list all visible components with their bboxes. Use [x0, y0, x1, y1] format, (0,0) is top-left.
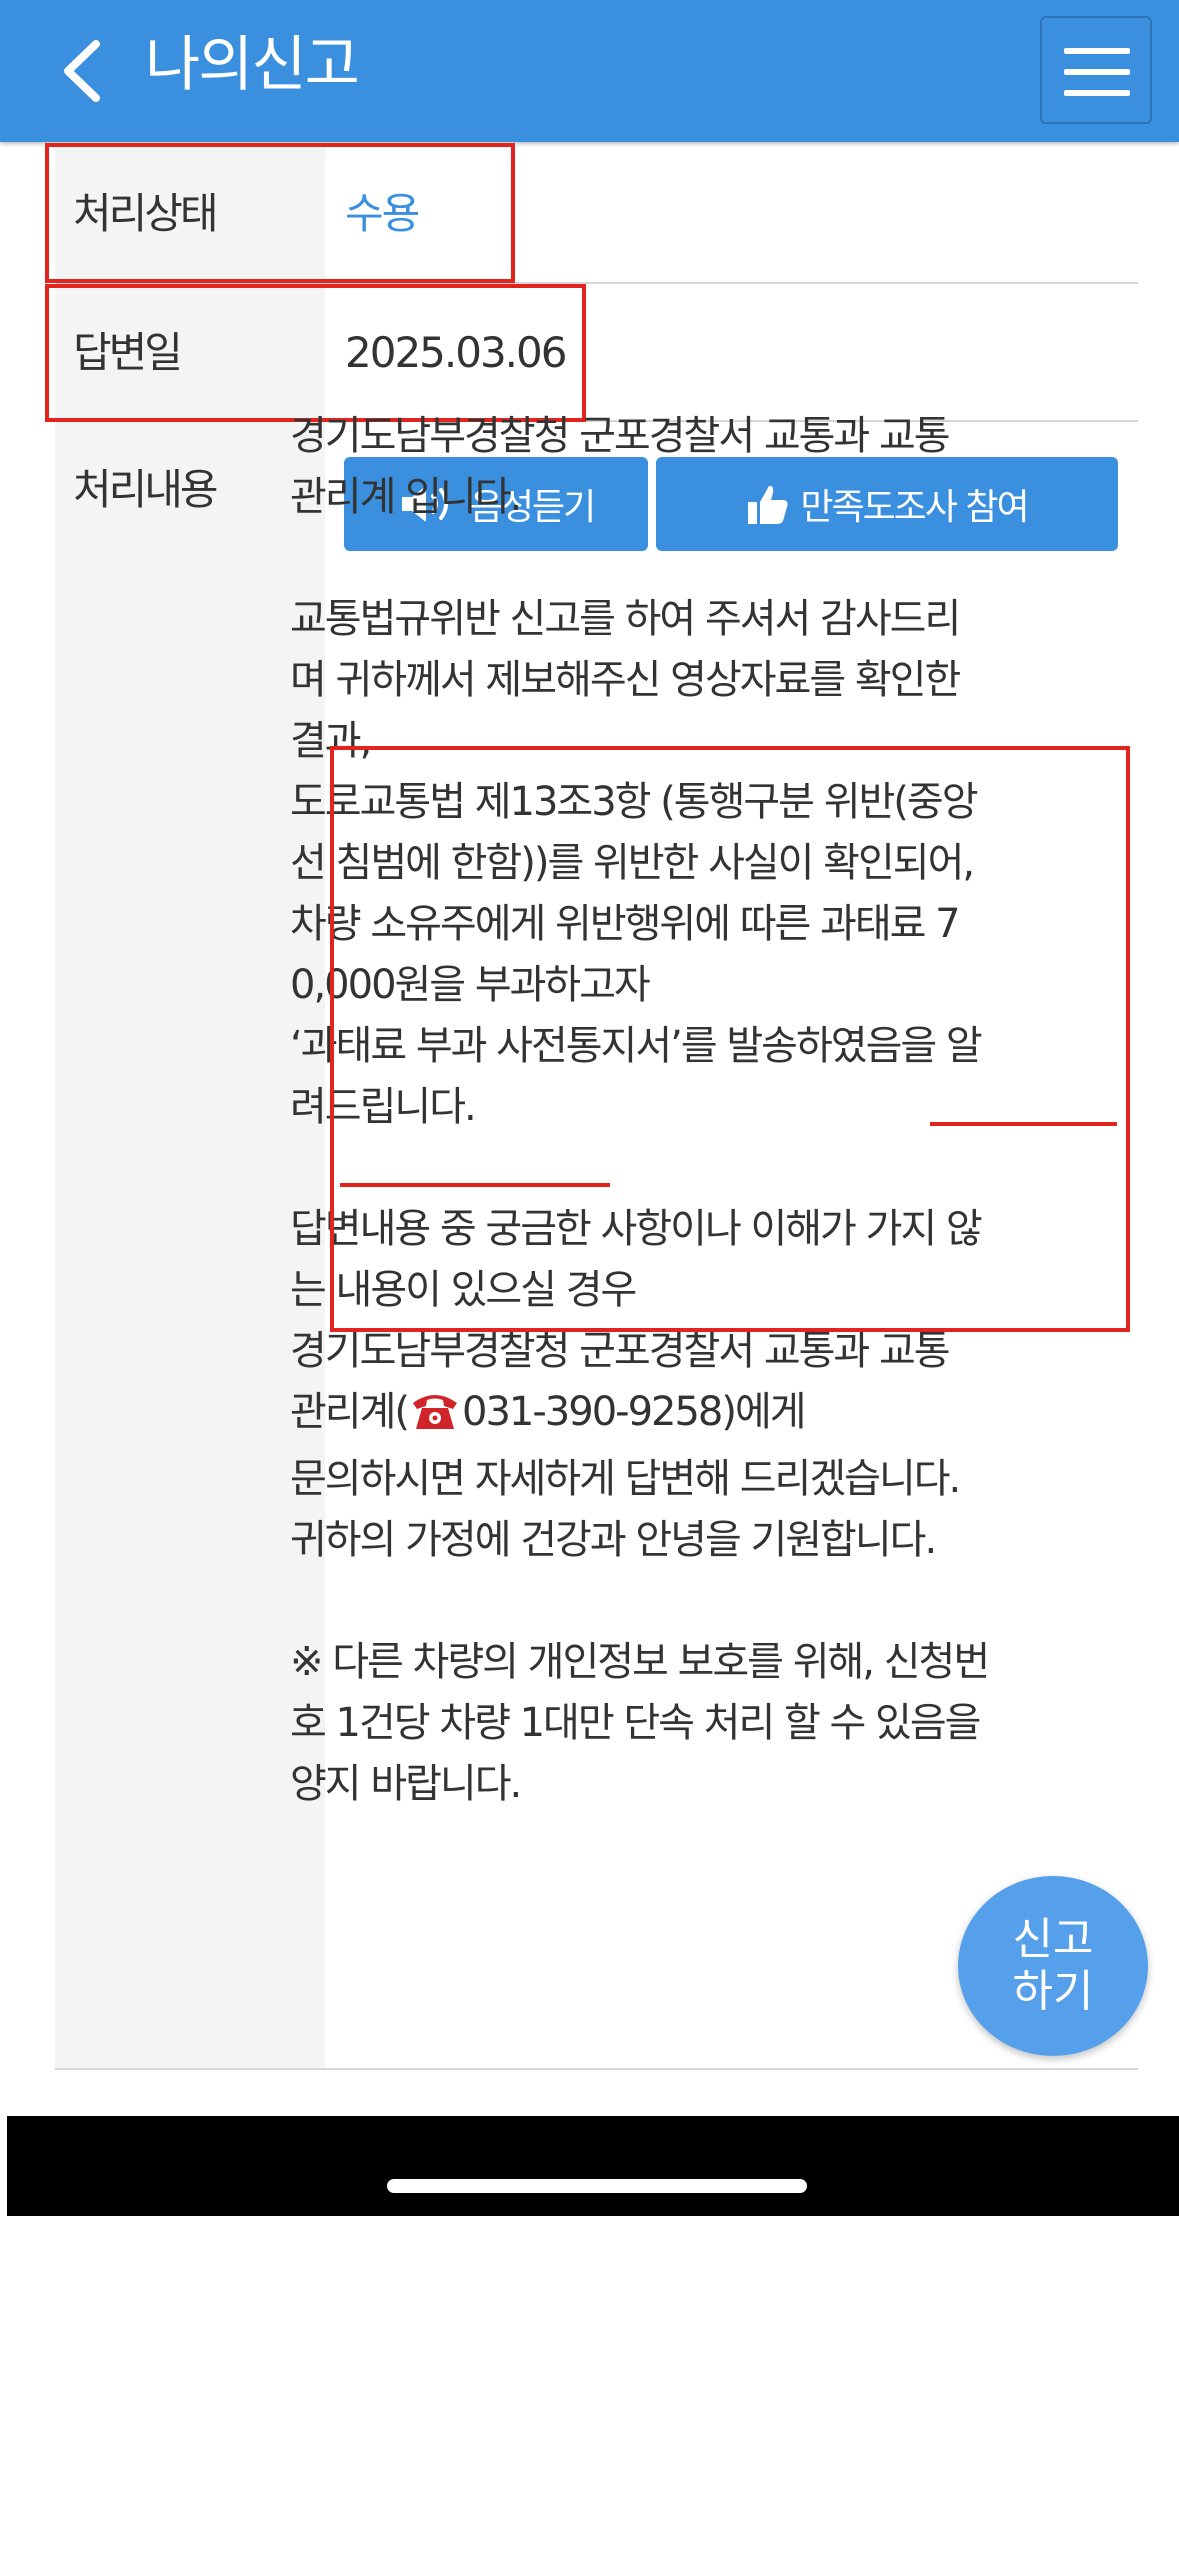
hamburger-menu-icon	[1064, 48, 1130, 54]
content-label: 처리내용	[55, 422, 325, 2068]
date-row: 답변일 2025.03.06	[55, 284, 1138, 422]
closing-line: 문의하시면 자세하게 답변해 드리겠습니다.	[290, 1456, 961, 1502]
main-line: 교통법규위반 신고를 하여 주셔서 감사드리	[290, 596, 961, 642]
main-line: 려드립니다.	[290, 1084, 477, 1130]
date-value: 2025.03.06	[345, 328, 567, 377]
phone-suffix: )에게	[721, 1389, 806, 1435]
hamburger-menu-button[interactable]	[1040, 16, 1152, 124]
home-indicator[interactable]	[387, 2179, 807, 2193]
bottom-system-bar	[7, 2116, 1179, 2216]
main-line: ‘과태료 부과 사전통지서’를 발송하였음을 알	[290, 1023, 983, 1069]
hamburger-menu-line	[1064, 90, 1130, 96]
status-label: 처리상태	[55, 144, 325, 282]
chevron-left-icon[interactable]	[56, 38, 108, 104]
main-line: 결과,	[290, 718, 372, 764]
notice-line: 호 1건당 차량 1대만 단속 처리 할 수 있음을	[290, 1700, 981, 1746]
inquiry-line: 답변내용 중 궁금한 사항이나 이해가 가지 않	[290, 1206, 983, 1252]
main-line: 차량 소유주에게 위반행위에 따른 과태료 7	[290, 901, 961, 947]
status-row: 처리상태 수용	[55, 144, 1138, 284]
main-paragraph: 교통법규위반 신고를 하여 주셔서 감사드리 며 귀하께서 제보해주신 영상자료…	[290, 589, 1080, 1138]
main-line: 선 침범에 한함))를 위반한 사실이 확인되어,	[290, 840, 975, 886]
inquiry-line: 경기도남부경찰청 군포경찰서 교통과 교통	[290, 1328, 951, 1374]
main-line: 0,000원을 부과하고자	[290, 962, 651, 1008]
hamburger-menu-line	[1064, 69, 1130, 75]
closing-line: 귀하의 가정에 건강과 안녕을 기원합니다.	[290, 1517, 937, 1563]
main-line: 도로교통법 제13조3항 (통행구분 위반(중앙	[290, 779, 979, 825]
intro-paragraph: 경기도남부경찰청 군포경찰서 교통과 교통 관리계 입니다.	[290, 406, 1080, 528]
status-value: 수용	[345, 189, 420, 238]
main-line: 며 귀하께서 제보해주신 영상자료를 확인한	[290, 657, 961, 703]
intro-line: 관리계 입니다.	[290, 474, 522, 520]
report-floating-button[interactable]: 신고 하기	[958, 1876, 1148, 2056]
fab-label-line1: 신고	[1012, 1914, 1094, 1965]
phone-number[interactable]: 031-390-9258	[462, 1389, 723, 1435]
response-content: 경기도남부경찰청 군포경찰서 교통과 교통 관리계 입니다. 교통법규위반 신고…	[290, 406, 1080, 1815]
app-header: 나의신고	[0, 0, 1179, 142]
notice-line: ※ 다른 차량의 개인정보 보호를 위해, 신청번	[290, 1639, 990, 1685]
fab-label-line2: 하기	[1012, 1966, 1094, 2017]
notice-paragraph: ※ 다른 차량의 개인정보 보호를 위해, 신청번 호 1건당 차량 1대만 단…	[290, 1632, 1080, 1815]
inquiry-line: 는 내용이 있으실 경우	[290, 1267, 637, 1313]
phone-prefix: 관리계(	[290, 1389, 410, 1435]
date-label: 답변일	[55, 284, 325, 420]
notice-line: 양지 바랍니다.	[290, 1761, 522, 1807]
intro-line: 경기도남부경찰청 군포경찰서 교통과 교통	[290, 413, 951, 459]
inquiry-paragraph: 답변내용 중 궁금한 사항이나 이해가 가지 않 는 내용이 있으실 경우 경기…	[290, 1199, 1080, 1571]
page-title: 나의신고	[145, 30, 360, 100]
telephone-icon	[410, 1388, 460, 1449]
